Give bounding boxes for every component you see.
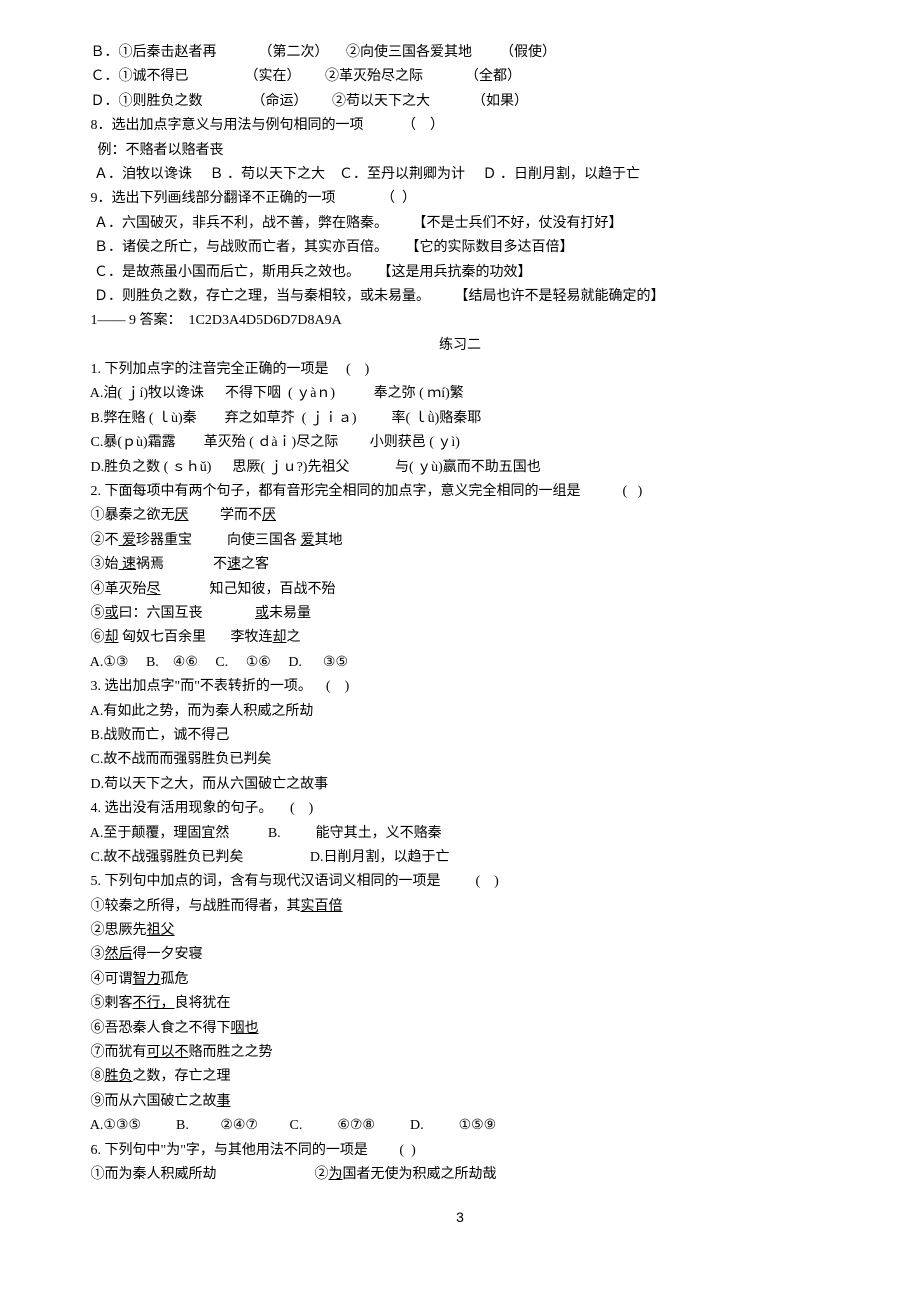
text-line: Ｄ．①则胜负之数 （命运） ②苟以天下之大 （如果）: [80, 91, 840, 113]
text-line: Ａ．六国破灭，非兵不利，战不善，弊在赂秦。 【不是士兵们不好，仗没有打好】: [80, 213, 840, 235]
text-line: 4. 选出没有活用现象的句子。 ( ): [80, 798, 840, 820]
text-line: B.战败而亡，诚不得己: [80, 725, 840, 747]
text-line: 1—— 9 答案： 1C2D3A4D5D6D7D8A9A: [80, 310, 840, 332]
text-line: ⑥吾恐秦人食之不得下咽也: [80, 1018, 840, 1040]
text-line: C.故不战强弱胜负已判矣 D.日削月割，以趋于亡: [80, 847, 840, 869]
text-line: ⑤剌客不行，良将犹在: [80, 993, 840, 1015]
text-line: Ｃ．①诚不得已 （实在） ②革灭殆尽之际 （全都）: [80, 66, 840, 88]
page-number: 3: [80, 1206, 840, 1228]
text-line: ①较秦之所得，与战胜而得者，其实百倍: [80, 896, 840, 918]
text-line: 5. 下列句中加点的词，含有与现代汉语词义相同的一项是 ( ): [80, 871, 840, 893]
text-line: ⑥却 匈奴七百余里 李牧连却之: [80, 627, 840, 649]
text-line: ④可谓智力孤危: [80, 969, 840, 991]
text-line: ⑤或曰：六国互丧 或未易量: [80, 603, 840, 625]
text-line: Ｃ．是故燕虽小国而后亡，斯用兵之效也。 【这是用兵抗秦的功效】: [80, 262, 840, 284]
text-line: ⑦而犹有可以不赂而胜之之势: [80, 1042, 840, 1064]
text-line: 1. 下列加点字的注音完全正确的一项是 ( ): [80, 359, 840, 381]
text-line: Ａ．洎牧以谗诛 Ｂ ．苟以天下之大 Ｃ．至丹以荆卿为计 Ｄ ．日削月割，以趋于亡: [80, 164, 840, 186]
text-line: C.故不战而而强弱胜负已判矣: [80, 749, 840, 771]
text-line: D.胜负之数 ( ｓｈǔ) 思厥( ｊｕ?)先祖父 与( ｙù)嬴而不助五国也: [80, 457, 840, 479]
text-line: ③然后得一夕安寝: [80, 944, 840, 966]
text-line: A.①③ B. ④⑥ C. ①⑥ D. ③⑤: [80, 652, 840, 674]
text-line: 2. 下面每项中有两个句子，都有音形完全相同的加点字，意义完全相同的一组是 ( …: [80, 481, 840, 503]
text-line: Ｄ．则胜负之数，存亡之理，当与秦相较，或未易量。 【结局也许不是轻易就能确定的】: [80, 286, 840, 308]
text-line: 例：不赂者以赂者丧: [80, 140, 840, 162]
text-line: 9．选出下列画线部分翻译不正确的一项 （ ）: [80, 188, 840, 210]
text-line: D.苟以天下之大，而从六国破亡之故事: [80, 774, 840, 796]
text-line: A.有如此之势，而为秦人积威之所劫: [80, 701, 840, 723]
text-line: Ｂ．①后秦击赵者再 （第二次） ②向使三国各爱其地 （假使）: [80, 42, 840, 64]
text-line: ⑨而从六国破亡之故事: [80, 1091, 840, 1113]
text-line: A.①③⑤ B. ②④⑦ C. ⑥⑦⑧ D. ①⑤⑨: [80, 1115, 840, 1137]
text-line: A.至于颠覆，理固宜然 B. 能守其土，义不赂秦: [80, 823, 840, 845]
text-line: 6. 下列句中"为"字，与其他用法不同的一项是 ( ): [80, 1140, 840, 1162]
text-line: 3. 选出加点字"而"不表转折的一项。 ( ): [80, 676, 840, 698]
text-line: C.暴(ｐù)霜露 革灭殆 ( ｄàｉ)尽之际 小则获邑 ( ｙì): [80, 432, 840, 454]
text-line: ⑧胜负之数，存亡之理: [80, 1066, 840, 1088]
text-line: Ｂ．诸侯之所亡，与战败而亡者，其实亦百倍。 【它的实际数目多达百倍】: [80, 237, 840, 259]
text-line: ②不 爱珍器重宝 向使三国各 爱其地: [80, 530, 840, 552]
text-line: 8．选出加点字意义与用法与例句相同的一项 （ ）: [80, 115, 840, 137]
text-line: ①暴秦之欲无厌 学而不厌: [80, 505, 840, 527]
text-line: 练习二: [80, 335, 840, 357]
text-line: ①而为秦人积威所劫 ②为国者无使为积威之所劫哉: [80, 1164, 840, 1186]
text-line: B.弊在赂 ( ｌù)秦 弃之如草芥 ( ｊｉａ) 率( ｌǜ)赂秦耶: [80, 408, 840, 430]
text-line: A.洎( ｊí)牧以谗诛 不得下咽 ( ｙàｎ) 奉之弥 ( ｍí)繁: [80, 383, 840, 405]
text-line: ③始 速祸焉 不速之客: [80, 554, 840, 576]
text-line: ②思厥先祖父: [80, 920, 840, 942]
text-line: ④革灭殆尽 知己知彼，百战不殆: [80, 579, 840, 601]
